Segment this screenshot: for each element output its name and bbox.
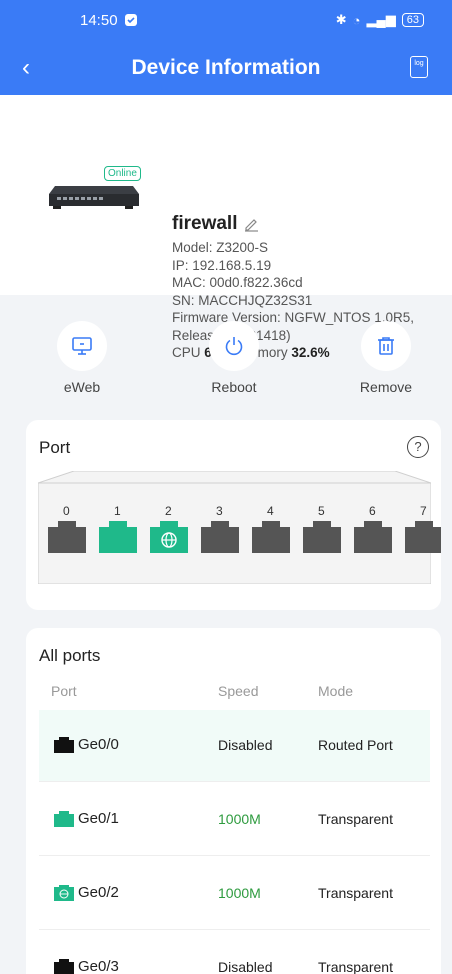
device-mac: MAC: 00d0.f822.36cd [172,275,303,290]
port-6[interactable] [354,521,392,553]
port-name: Ge0/1 [78,810,119,827]
all-ports-card: All ports Port Speed Mode Ge0/0 Disabled R… [26,628,441,974]
port-mode: Routed Port [318,737,393,753]
top-header: 14:50 ✱ ◔ ▂▄▆ 63 ‹ Device Information lo… [0,0,452,95]
device-model: Model: Z3200-S [172,240,269,255]
port-number: 4 [267,504,274,518]
app-notification-icon [124,13,138,27]
port-1[interactable] [99,521,137,553]
power-icon [209,321,259,371]
port-name-cell: Ge0/3 [54,958,119,974]
device-image [49,186,139,209]
port-2[interactable] [150,521,188,553]
port-number: 6 [369,504,376,518]
port-0[interactable] [48,521,86,553]
port-status-icon [54,736,74,753]
remove-label: Remove [359,379,413,395]
log-icon[interactable]: log [410,56,428,78]
port-name-cell: Ge0/1 [54,810,119,827]
monitor-icon [57,321,107,371]
port-speed: Disabled [218,959,273,974]
remove-button[interactable]: Remove [341,321,431,395]
port-name: Ge0/2 [78,884,119,901]
port-number: 3 [216,504,223,518]
port-status-icon [54,810,74,827]
signal-icon: ▂▄▆ [366,12,396,27]
trash-icon [361,321,411,371]
table-row[interactable]: Ge0/3 Disabled Transparent [39,932,430,974]
port-row: 0 1 2 3 4 5 6 7 [26,420,441,610]
table-row[interactable]: Ge0/2 1000M Transparent [39,858,430,930]
port-panel-card: Port ? 01234567 [26,420,441,610]
port-globe-icon [54,884,74,901]
reboot-label: Reboot [211,379,257,395]
back-icon[interactable]: ‹ [22,54,30,82]
table-row[interactable]: Ge0/0 Disabled Routed Port [39,710,430,782]
port-3[interactable] [201,521,239,553]
device-name: firewall [172,213,238,234]
port-number: 1 [114,504,121,518]
alarm-icon: ◔ [352,12,361,28]
page-title: Device Information [131,55,321,79]
port-mode: Transparent [318,959,393,974]
port-number: 2 [165,504,172,518]
status-bar: 14:50 ✱ ◔ ▂▄▆ 63 [0,0,452,40]
eweb-label: eWeb [63,379,101,395]
battery-icon: 63 [401,13,424,27]
header-speed: Speed [218,683,259,699]
port-mode: Transparent [318,811,393,827]
all-ports-title: All ports [39,646,101,665]
port-status-icon [54,958,74,974]
status-time: 14:50 [80,11,118,29]
port-name: Ge0/0 [78,736,119,753]
header-port: Port [51,683,77,699]
port-number: 7 [420,504,427,518]
port-speed: 1000M [218,885,261,901]
status-badge: Online [104,166,141,181]
port-5[interactable] [303,521,341,553]
eweb-button[interactable]: eWeb [37,321,127,395]
port-4[interactable] [252,521,290,553]
port-name: Ge0/3 [78,958,119,974]
bluetooth-icon: ✱ [335,12,347,27]
port-mode: Transparent [318,885,393,901]
memory-value: 32.6% [291,345,330,360]
port-number: 0 [63,504,70,518]
port-name-cell: Ge0/0 [54,736,119,753]
port-number: 5 [318,504,325,518]
device-sn: SN: MACCHJQZ32S31 [172,292,313,308]
port-speed: 1000M [218,811,261,827]
port-name-cell: Ge0/2 [54,884,119,901]
header-mode: Mode [318,683,354,699]
table-row[interactable]: Ge0/1 1000M Transparent [39,784,430,856]
port-7[interactable] [405,521,441,553]
reboot-button[interactable]: Reboot [189,321,279,395]
port-speed: Disabled [218,737,273,753]
device-name-row: firewall [172,213,259,235]
edit-icon[interactable] [243,216,259,232]
device-ip: IP: 192.168.5.19 [172,257,272,273]
